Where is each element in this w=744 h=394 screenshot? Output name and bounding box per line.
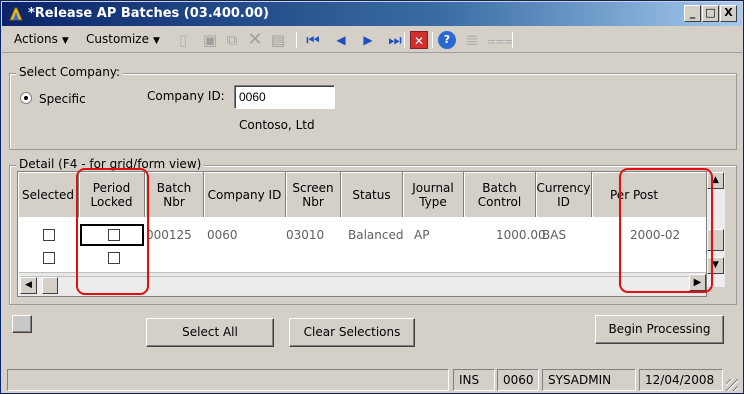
cell-batch-nbr[interactable]: 000125 [146, 228, 192, 242]
status-message [7, 369, 449, 391]
row-selected-checkbox[interactable] [43, 252, 55, 264]
select-company-group [9, 73, 737, 150]
status-company: 0060 [497, 369, 539, 391]
maximize-button[interactable]: □ [702, 5, 719, 22]
last-icon[interactable]: ⏭ [386, 31, 404, 49]
cell-journal-type[interactable]: AP [414, 228, 429, 242]
previous-icon[interactable]: ◀ [332, 31, 350, 49]
cell-screen-nbr[interactable]: 03010 [286, 228, 324, 242]
print-icon[interactable]: ▤ [269, 31, 287, 49]
save-icon[interactable]: ▣ [201, 31, 219, 49]
copy-icon[interactable]: ⧉ [223, 31, 241, 49]
row-selected-checkbox[interactable] [43, 229, 55, 241]
cell-company-id[interactable]: 0060 [207, 228, 238, 242]
notes-icon[interactable] [12, 315, 32, 333]
company-name: Contoso, Ltd [239, 118, 315, 132]
scroll-left-icon[interactable]: ◀ [20, 277, 37, 294]
column-header-journal-type[interactable]: Journal Type [403, 172, 464, 217]
company-id-label: Company ID: [147, 89, 225, 103]
column-header-batch-control[interactable]: Batch Control [464, 172, 536, 217]
status-date: 12/04/2008 [639, 369, 723, 391]
window-title: *Release AP Batches (03.400.00) [28, 6, 269, 21]
toolbar-separator [296, 32, 297, 48]
select-all-button[interactable]: Select All [146, 318, 274, 347]
release-ap-batches-window: *Release AP Batches (03.400.00) _ □ X Ac… [0, 0, 744, 394]
next-icon[interactable]: ▶ [359, 31, 377, 49]
highlight-period-locked [76, 168, 149, 295]
column-header-company-id[interactable]: Company ID [204, 172, 286, 217]
actions-menu-label: Actions [14, 32, 58, 46]
highlight-per-post [619, 168, 713, 293]
cell-batch-control[interactable]: 1000.00 [496, 228, 546, 242]
toolbar-separator [512, 32, 513, 48]
close-button[interactable]: X [720, 5, 737, 22]
cell-status[interactable]: Balanced [348, 228, 403, 242]
column-header-currency-id[interactable]: Currency ID [536, 172, 592, 217]
chevron-down-icon: ▼ [153, 36, 160, 46]
begin-processing-button[interactable]: Begin Processing [595, 315, 724, 344]
column-header-status[interactable]: Status [341, 172, 403, 217]
scroll-thumb[interactable] [42, 277, 58, 294]
first-icon[interactable]: ⏮ [304, 31, 322, 49]
toolbar-separator [404, 32, 405, 48]
select-company-legend: Select Company: [16, 65, 124, 79]
customize-menu-label: Customize [86, 32, 149, 46]
attachment-icon[interactable]: ⩶ [487, 31, 513, 49]
note-icon[interactable]: ≣ [463, 31, 481, 49]
specific-label: Specific [39, 92, 86, 106]
status-mode: INS [453, 369, 495, 391]
help-icon[interactable]: ? [438, 31, 456, 49]
actions-menu[interactable]: Actions ▼ [14, 32, 69, 46]
delete-icon[interactable]: ✕ [246, 31, 264, 49]
specific-radio[interactable] [20, 92, 32, 104]
title-bar[interactable]: *Release AP Batches (03.400.00) _ □ X [2, 2, 742, 26]
column-header-selected[interactable]: Selected [18, 172, 79, 217]
minimize-button[interactable]: _ [684, 5, 701, 22]
company-id-input[interactable] [234, 85, 335, 109]
close-form-icon[interactable]: ✕ [410, 31, 428, 49]
resize-grip-icon[interactable] [726, 379, 738, 391]
app-icon [9, 7, 23, 21]
toolbar-separator [432, 32, 433, 48]
status-user: SYSADMIN [542, 369, 636, 391]
status-bar: INS 0060 SYSADMIN 12/04/2008 [2, 367, 742, 394]
cell-currency-id[interactable]: BAS [542, 228, 566, 242]
column-header-batch-nbr[interactable]: Batch Nbr [145, 172, 204, 217]
clear-selections-button[interactable]: Clear Selections [289, 318, 415, 347]
new-icon[interactable]: ▯ [174, 31, 192, 49]
customize-menu[interactable]: Customize ▼ [86, 32, 160, 46]
menu-toolbar: Actions ▼ Customize ▼ ▯ ▣ ⧉ ✕ ▤ ⏮ ◀ ▶ ⏭ ✕ … [2, 27, 742, 53]
chevron-down-icon: ▼ [61, 36, 69, 46]
column-header-screen-nbr[interactable]: Screen Nbr [286, 172, 341, 217]
